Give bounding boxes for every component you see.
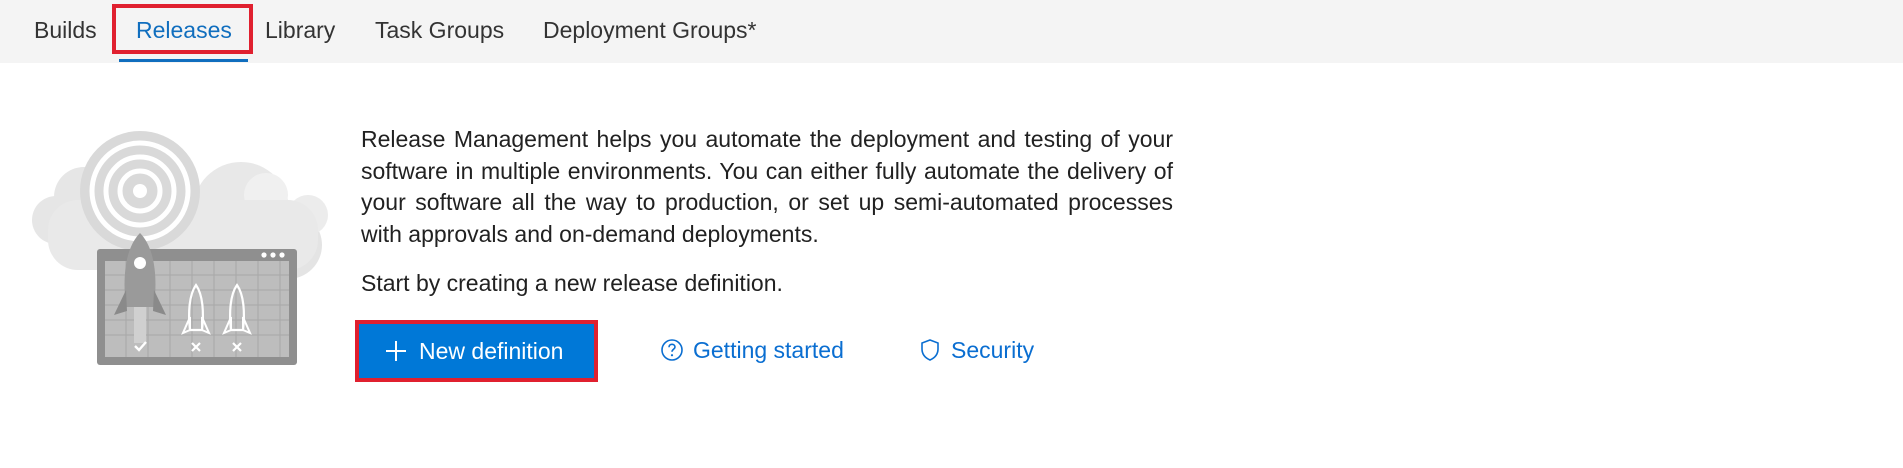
hub-tab-bar: Builds Releases Library Task Groups Depl… <box>0 0 1903 63</box>
release-rocket-illustration <box>32 131 328 365</box>
getting-started-link[interactable]: Getting started <box>660 334 844 366</box>
new-definition-label: New definition <box>419 337 564 364</box>
release-management-description: Release Management helps you automate th… <box>361 126 1173 247</box>
active-tab-indicator <box>119 59 248 62</box>
getting-started-label: Getting started <box>693 336 844 363</box>
tab-builds[interactable]: Builds <box>34 0 97 63</box>
start-instructions: Start by creating a new release definiti… <box>361 270 783 296</box>
security-link[interactable]: Security <box>918 334 1034 366</box>
security-label: Security <box>951 336 1035 363</box>
plus-icon <box>386 341 406 361</box>
tab-library[interactable]: Library <box>265 0 335 63</box>
shield-icon <box>921 339 939 361</box>
tab-releases[interactable]: Releases <box>136 0 232 63</box>
new-definition-button[interactable]: New definition <box>359 324 594 378</box>
tab-task-groups[interactable]: Task Groups <box>375 0 504 63</box>
tab-deployment-groups[interactable]: Deployment Groups* <box>543 0 757 63</box>
help-circle-icon <box>661 339 683 361</box>
